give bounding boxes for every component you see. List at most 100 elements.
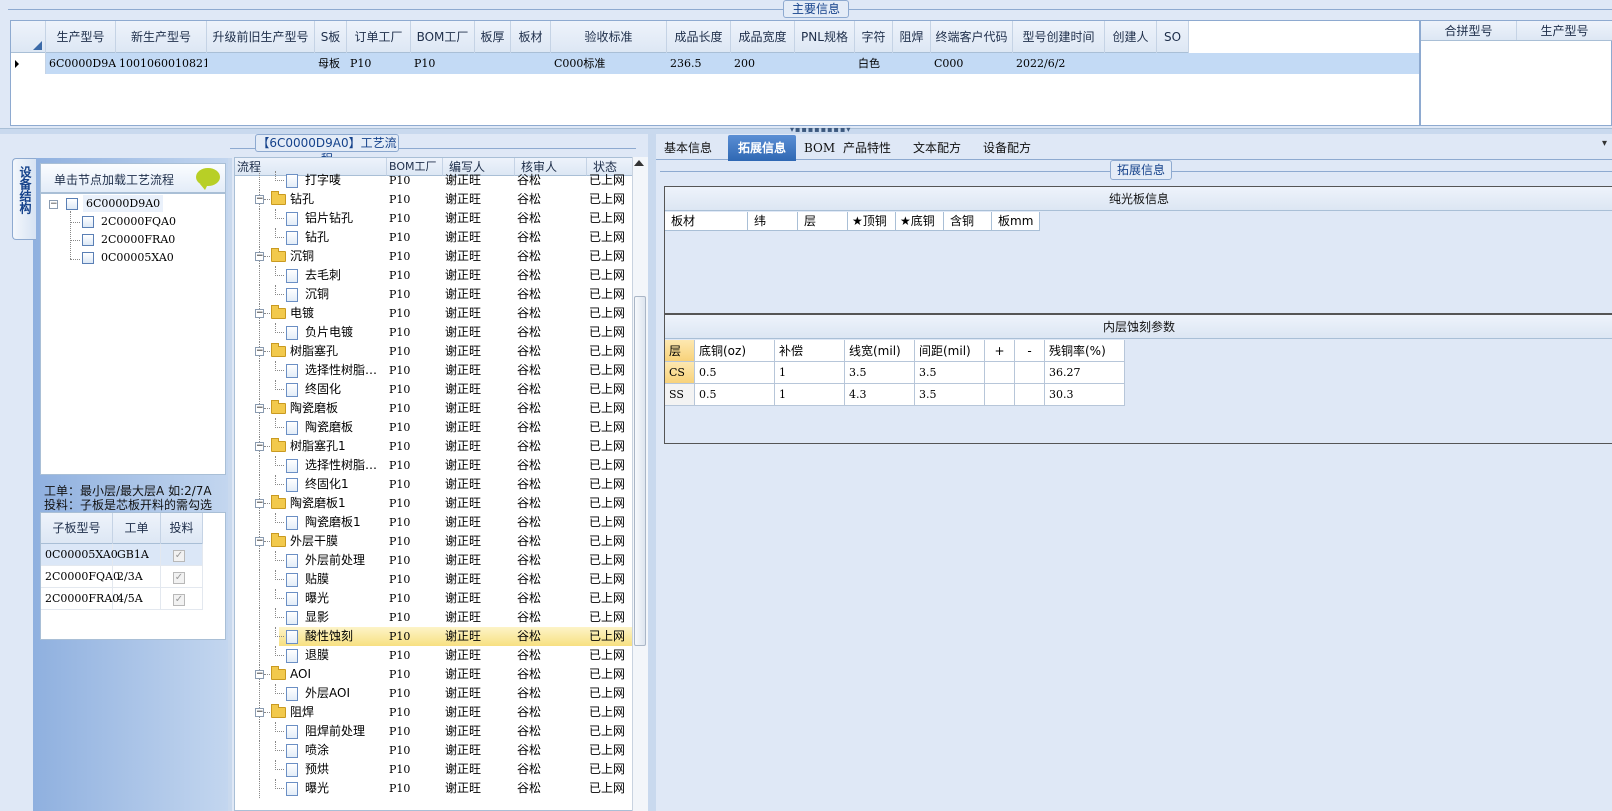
- ie-cell[interactable]: 3.5: [915, 362, 985, 384]
- ie-col[interactable]: 线宽(mil): [845, 340, 915, 362]
- flow-row[interactable]: 显影 P10 谢正旺 谷松 已上网: [235, 608, 635, 627]
- flow-row[interactable]: − 钻孔 P10 谢正旺 谷松 已上网: [235, 190, 635, 209]
- flow-row[interactable]: − 陶瓷磨板1 P10 谢正旺 谷松 已上网: [235, 494, 635, 513]
- tab-text-recipe[interactable]: 文本配方: [913, 136, 961, 160]
- sub-col-order[interactable]: 工单: [113, 513, 161, 544]
- flow-row[interactable]: 曝光 P10 谢正旺 谷松 已上网: [235, 589, 635, 608]
- tab-basic-info[interactable]: 基本信息: [664, 136, 712, 160]
- main-cell[interactable]: [1105, 53, 1157, 74]
- sub-board-grid[interactable]: 子板型号 工单 投料 0C00005XA0 GB1A ✓ 2C0000FQA0 …: [40, 512, 226, 640]
- main-col-header[interactable]: 创建人: [1105, 21, 1157, 53]
- tab-equipment-recipe[interactable]: 设备配方: [983, 136, 1031, 160]
- main-cell[interactable]: 6C0000D9A0: [46, 53, 116, 74]
- main-cell[interactable]: C000标准: [551, 53, 667, 74]
- bb-col[interactable]: 板mm: [992, 212, 1040, 231]
- tree-node-child[interactable]: 2C0000FQA0: [101, 213, 176, 230]
- ie-col-layer[interactable]: 层: [665, 340, 695, 362]
- sub-order[interactable]: GB1A: [113, 544, 161, 565]
- flow-row[interactable]: 选择性树脂… P10 谢正旺 谷松 已上网: [235, 456, 635, 475]
- bb-col[interactable]: 纬: [748, 212, 798, 231]
- tree-node-root[interactable]: 6C0000D9A0: [83, 195, 164, 212]
- main-cell[interactable]: P10: [347, 53, 411, 74]
- inner-etch-row[interactable]: SS 0.5 1 4.3 3.5 30.3: [665, 384, 1125, 406]
- tab-product-properties[interactable]: 产品特性: [843, 136, 891, 160]
- collapse-icon[interactable]: −: [255, 708, 264, 717]
- main-cell[interactable]: [475, 53, 511, 74]
- main-col-header[interactable]: 验收标准: [551, 21, 667, 53]
- collapse-icon[interactable]: −: [255, 347, 264, 356]
- vertical-splitter-right[interactable]: [648, 134, 656, 811]
- main-cell[interactable]: 2022/6/2: [1013, 53, 1105, 74]
- merge-col-production-model[interactable]: 生产型号: [1517, 21, 1612, 40]
- ie-col[interactable]: +: [985, 340, 1015, 362]
- sub-board-row[interactable]: 2C0000FQA0 2/3A ✓: [41, 566, 203, 588]
- flow-row[interactable]: 陶瓷磨板 P10 谢正旺 谷松 已上网: [235, 418, 635, 437]
- main-col-header[interactable]: S板: [315, 21, 347, 53]
- main-info-row[interactable]: 6C0000D9A010010600108211母板P10P10C000标准23…: [11, 53, 1419, 74]
- main-col-header[interactable]: 生产型号: [46, 21, 116, 53]
- flow-row[interactable]: 终固化 P10 谢正旺 谷松 已上网: [235, 380, 635, 399]
- main-cell[interactable]: P10: [411, 53, 475, 74]
- sub-col-feed[interactable]: 投料: [161, 513, 203, 544]
- ie-col[interactable]: -: [1015, 340, 1045, 362]
- flow-row[interactable]: − 树脂塞孔 P10 谢正旺 谷松 已上网: [235, 342, 635, 361]
- bb-col[interactable]: 含铜: [944, 212, 992, 231]
- inner-etch-row[interactable]: CS 0.5 1 3.5 3.5 36.27: [665, 362, 1125, 384]
- ie-cell[interactable]: 1: [775, 362, 845, 384]
- flow-row[interactable]: 阻焊前处理 P10 谢正旺 谷松 已上网: [235, 722, 635, 741]
- vertical-splitter-left[interactable]: [228, 158, 232, 811]
- flow-row[interactable]: 打字唛 P10 谢正旺 谷松 已上网: [235, 171, 635, 190]
- ie-cell[interactable]: 3.5: [915, 384, 985, 406]
- flow-row[interactable]: 曝光 P10 谢正旺 谷松 已上网: [235, 779, 635, 798]
- flow-row[interactable]: − 电镀 P10 谢正旺 谷松 已上网: [235, 304, 635, 323]
- main-col-header[interactable]: 阻焊: [893, 21, 931, 53]
- main-cell[interactable]: C000: [931, 53, 1013, 74]
- main-cell[interactable]: [1157, 53, 1189, 74]
- structure-tree[interactable]: − 6C0000D9A0 2C0000FQA0 2C0000FRA0 0C000…: [40, 193, 226, 475]
- flow-row[interactable]: 贴膜 P10 谢正旺 谷松 已上网: [235, 570, 635, 589]
- main-cell[interactable]: 母板: [315, 53, 347, 74]
- collapse-icon[interactable]: −: [255, 442, 264, 451]
- flow-row[interactable]: − 陶瓷磨板 P10 谢正旺 谷松 已上网: [235, 399, 635, 418]
- main-col-header[interactable]: 板厚: [475, 21, 511, 53]
- feed-checkbox[interactable]: ✓: [173, 594, 185, 606]
- feed-checkbox[interactable]: ✓: [173, 572, 185, 584]
- flow-row[interactable]: 陶瓷磨板1 P10 谢正旺 谷松 已上网: [235, 513, 635, 532]
- main-col-header[interactable]: 成品长度: [667, 21, 731, 53]
- flow-row[interactable]: 铝片钻孔 P10 谢正旺 谷松 已上网: [235, 209, 635, 228]
- main-col-header[interactable]: 成品宽度: [731, 21, 795, 53]
- flow-scroll-thumb[interactable]: [634, 296, 646, 646]
- flow-row[interactable]: 去毛刺 P10 谢正旺 谷松 已上网: [235, 266, 635, 285]
- flow-row[interactable]: 外层AOI P10 谢正旺 谷松 已上网: [235, 684, 635, 703]
- main-col-header[interactable]: 终端客户代码: [931, 21, 1013, 53]
- flow-row[interactable]: 预烘 P10 谢正旺 谷松 已上网: [235, 760, 635, 779]
- ie-cell[interactable]: 0.5: [695, 362, 775, 384]
- flow-row[interactable]: 外层前处理 P10 谢正旺 谷松 已上网: [235, 551, 635, 570]
- tab-extended-info[interactable]: 拓展信息: [728, 135, 796, 161]
- bb-col[interactable]: ★底铜: [896, 212, 944, 231]
- flow-row[interactable]: 终固化1 P10 谢正旺 谷松 已上网: [235, 475, 635, 494]
- flow-row[interactable]: 酸性蚀刻 P10 谢正旺 谷松 已上网: [259, 627, 635, 646]
- chevron-down-icon[interactable]: ▾: [1602, 138, 1607, 149]
- sub-board-row[interactable]: 2C0000FRA0 4/5A ✓: [41, 588, 203, 610]
- merge-grid[interactable]: 合拼型号 生产型号: [1420, 20, 1612, 126]
- flow-row[interactable]: 沉铜 P10 谢正旺 谷松 已上网: [235, 285, 635, 304]
- ie-cell[interactable]: 36.27: [1045, 362, 1125, 384]
- ie-cell[interactable]: [1015, 384, 1045, 406]
- ie-cell[interactable]: 3.5: [845, 362, 915, 384]
- sub-board-row[interactable]: 0C00005XA0 GB1A ✓: [41, 544, 203, 566]
- process-flow-tree-grid[interactable]: 流程 BOM工厂 编写人 核审人 状态 打字唛 P10 谢正旺 谷松 已上网 − 钻孔 P10…: [234, 157, 648, 811]
- main-cell[interactable]: [511, 53, 551, 74]
- main-col-header[interactable]: PNL规格: [795, 21, 855, 53]
- ie-cell[interactable]: [985, 384, 1015, 406]
- ie-cell[interactable]: 30.3: [1045, 384, 1125, 406]
- collapse-icon[interactable]: −: [255, 309, 264, 318]
- main-col-header[interactable]: 新生产型号: [116, 21, 207, 53]
- ie-col[interactable]: 残铜率(%): [1045, 340, 1125, 362]
- grid-corner-icon[interactable]: [11, 21, 46, 53]
- merge-col-merge-model[interactable]: 合拼型号: [1421, 21, 1517, 40]
- flow-row[interactable]: 退膜 P10 谢正旺 谷松 已上网: [235, 646, 635, 665]
- main-col-header[interactable]: 板材: [511, 21, 551, 53]
- ie-col[interactable]: 底铜(oz): [695, 340, 775, 362]
- tab-bom[interactable]: BOM: [804, 136, 835, 160]
